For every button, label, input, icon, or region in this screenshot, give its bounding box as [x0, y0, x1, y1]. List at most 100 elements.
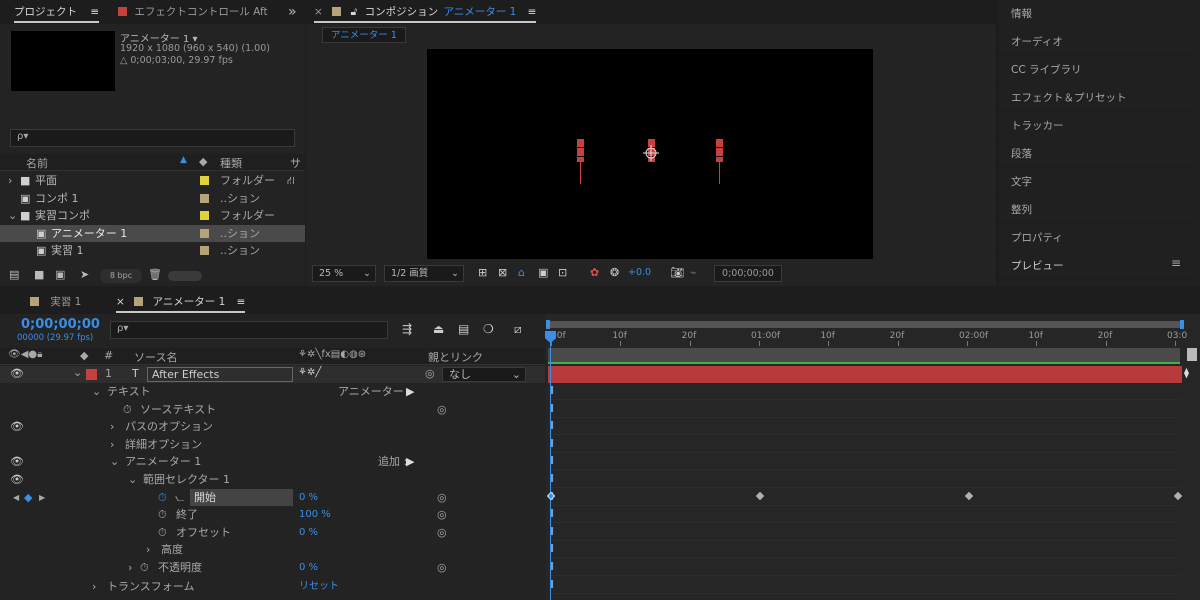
stopwatch-icon[interactable]: ⏱︎ — [158, 506, 167, 524]
prop-more-options[interactable]: › 詳細オプション — [0, 436, 545, 454]
project-list-item[interactable]: ▣ コンポ 1 ..ション — [0, 190, 305, 207]
lock-icon[interactable]: 🔓︎ — [351, 6, 358, 18]
reset-exposure-icon[interactable]: ❂ — [610, 266, 619, 279]
prop-source-text[interactable]: ⏱︎ ソーステキスト ◎ — [0, 401, 545, 419]
prop-range-selector[interactable]: 👁︎ ⌄ 範囲セレクター 1 — [0, 471, 545, 489]
magnify-icon[interactable]: ⊞ — [478, 266, 487, 279]
track-row[interactable] — [548, 541, 1180, 559]
col-hash[interactable]: # — [104, 349, 113, 362]
animator-menu-label[interactable]: アニメーター : — [338, 383, 411, 401]
prop-path-options[interactable]: 👁︎ › パスのオプション — [0, 418, 545, 436]
layer-row[interactable]: 👁︎ ⌄ 1 T After Effects ⚘✲╱ ◎ なし ⌄ — [0, 366, 545, 383]
comp-timecode[interactable]: 0;00;00;00 — [714, 265, 782, 282]
transform-reset-link[interactable]: リセット — [299, 578, 339, 596]
right-panel-item[interactable]: 整列 — [999, 196, 1199, 224]
preview-menu-icon[interactable]: ≡ — [1171, 256, 1181, 270]
right-panel-item[interactable]: プレビュー — [999, 252, 1199, 280]
stopwatch-icon[interactable]: ⏱︎ — [158, 524, 167, 542]
bpc-button[interactable]: 8 bpc — [100, 269, 142, 283]
frame-blending-icon[interactable]: ❍ — [483, 322, 494, 336]
layer-name-field[interactable]: After Effects — [147, 367, 293, 382]
tab-project[interactable]: プロジェクト ≡ — [14, 0, 100, 24]
shy-layers-icon[interactable]: ▤ — [458, 322, 469, 336]
prev-keyframe-icon[interactable]: ◀ — [13, 489, 19, 507]
track-row[interactable] — [548, 577, 1180, 594]
prop-offset-value[interactable]: 0 % — [299, 524, 318, 542]
right-scroll-handle[interactable] — [1187, 348, 1197, 361]
close-icon[interactable]: × — [116, 296, 125, 308]
prop-animator-1[interactable]: 👁︎ ⌄ アニメーター 1 追加 : ▶ — [0, 453, 545, 471]
show-snapshot-icon[interactable]: ⌁ — [690, 266, 697, 279]
right-panel-item[interactable]: オーディオ — [999, 28, 1199, 56]
guides-icon[interactable]: ⊡ — [558, 266, 567, 279]
next-keyframe-icon[interactable]: ▶ — [39, 489, 45, 507]
project-menu-icon[interactable]: ≡ — [90, 6, 99, 18]
project-search-input[interactable]: ρ▾ — [10, 129, 295, 147]
region-of-interest-icon[interactable]: ▣ — [538, 266, 548, 279]
expression-pickwhip-icon[interactable]: ◎ — [437, 401, 447, 419]
layer-duration-bar[interactable] — [548, 366, 1182, 383]
expression-pickwhip-icon[interactable]: ◎ — [437, 489, 447, 507]
add-play-icon[interactable]: ▶ — [406, 453, 414, 471]
comp-flowchart-icon[interactable]: ⇶ — [402, 322, 412, 336]
track-row[interactable] — [548, 471, 1180, 488]
timeline-timecode[interactable]: 0;00;00;00 — [21, 317, 100, 332]
graph-editor-icon[interactable]: ⧄ — [514, 322, 522, 337]
quality-select[interactable]: 1/2 画質 ⌄ — [384, 265, 464, 282]
trash-icon[interactable]: 🗑 — [148, 268, 162, 281]
add-keyframe-icon[interactable]: ◆ — [24, 489, 32, 507]
project-item-label-swatch[interactable] — [200, 228, 209, 238]
zoom-select[interactable]: 25 % ⌄ — [312, 265, 376, 282]
snapshot-camera-icon[interactable]: 📷︎ — [670, 266, 684, 279]
interpret-footage-icon[interactable]: ▤ — [9, 268, 19, 281]
new-folder-icon[interactable]: ■ — [34, 268, 44, 281]
color-channel-icon[interactable]: ✿ — [590, 266, 599, 279]
right-panel-item[interactable]: 情報 — [999, 0, 1199, 28]
track-row[interactable] — [548, 524, 1180, 541]
prop-opacity-value[interactable]: 0 % — [299, 559, 318, 577]
expression-pickwhip-icon[interactable]: ◎ — [437, 524, 447, 542]
stopwatch-icon[interactable]: ⏱︎ — [123, 401, 132, 419]
project-item-label-swatch[interactable] — [200, 193, 209, 203]
transparency-grid-icon[interactable]: ⊠ — [498, 266, 507, 279]
parent-pickwhip-icon[interactable]: ◎ — [425, 367, 435, 380]
new-comp-icon[interactable]: ▣ — [55, 268, 65, 281]
project-item-label-swatch[interactable] — [200, 211, 209, 221]
right-panel-item[interactable]: プロパティ — [999, 224, 1199, 252]
project-item-label-swatch[interactable] — [200, 246, 209, 256]
expression-pickwhip-icon[interactable]: ◎ — [437, 506, 447, 524]
track-row[interactable] — [548, 383, 1180, 400]
add-menu-label[interactable]: 追加 : — [378, 453, 407, 471]
graph-icon[interactable]: ⦦ — [175, 489, 184, 507]
right-panel-item[interactable]: 文字 — [999, 168, 1199, 196]
prop-opacity[interactable]: › ⏱︎ 不透明度 0 % ◎ — [0, 559, 545, 577]
project-item-label-swatch[interactable] — [200, 176, 209, 185]
col-type[interactable]: 種類 — [220, 155, 242, 171]
col-parent[interactable]: 親とリンク — [428, 349, 483, 365]
video-eye-icon[interactable]: 👁︎ — [10, 367, 24, 380]
dependency-icon[interactable]: ➤ — [80, 268, 89, 281]
right-panel-item[interactable]: エフェクト＆プリセット — [999, 84, 1199, 112]
exposure-value[interactable]: +0.0 — [628, 267, 651, 278]
layer-label-swatch[interactable] — [86, 369, 97, 380]
prop-advanced[interactable]: › 高度 — [0, 541, 545, 559]
project-list-item[interactable]: ▣ 実習 1 ..ション — [0, 242, 305, 259]
track-row[interactable] — [548, 418, 1180, 436]
expression-pickwhip-icon[interactable]: ◎ — [437, 559, 447, 577]
prop-transform[interactable]: › トランスフォーム リセット — [0, 578, 545, 596]
twirl-icon[interactable]: ⌄ — [8, 207, 17, 224]
right-panel-item[interactable]: 段落 — [999, 140, 1199, 168]
track-row[interactable] — [548, 453, 1180, 471]
time-ruler[interactable]: 00f 10f 20f 01:00f 10f 20f 02:00f 10f 20f 03:0 — [0, 0, 1187, 346]
work-area-start-handle[interactable] — [546, 320, 550, 329]
prop-end[interactable]: ⏱︎ 終了 100 % ◎ — [0, 506, 545, 524]
timeline-menu-icon[interactable]: ≡ — [237, 296, 246, 308]
prop-offset[interactable]: ⏱︎ オフセット 0 % ◎ — [0, 524, 545, 542]
tab-animator-1[interactable]: × アニメーター 1 ≡ — [116, 290, 246, 314]
animator-play-icon[interactable]: ▶ — [406, 383, 414, 401]
track-row[interactable] — [548, 559, 1180, 576]
tab-jisshu-1[interactable]: 実習 1 — [30, 290, 81, 314]
video-eye-icon[interactable]: 👁︎ — [10, 471, 24, 489]
col-source-name[interactable]: ソース名 — [134, 349, 177, 365]
parent-select[interactable]: なし ⌄ — [442, 367, 526, 382]
